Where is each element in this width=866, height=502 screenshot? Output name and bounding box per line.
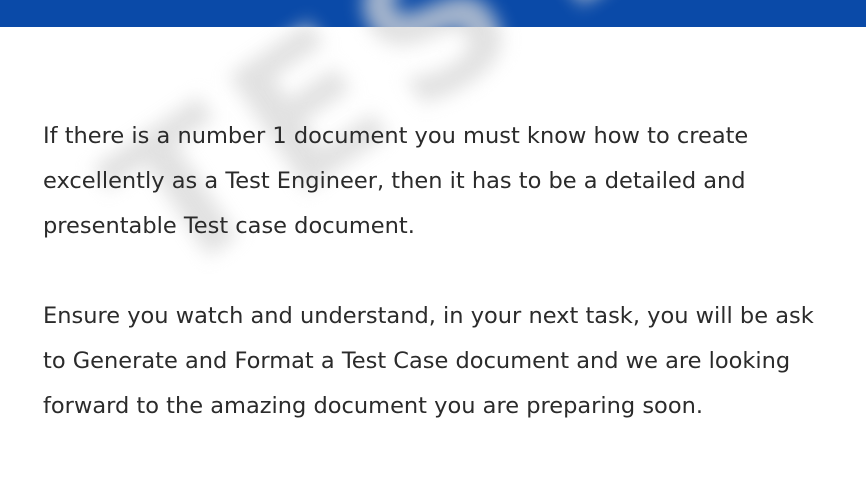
instruction-line-2: to Generate and Format a Test Case docum…: [43, 348, 791, 374]
instruction-line-1: Ensure you watch and understand, in your…: [43, 303, 814, 329]
instruction-line-3: forward to the amazing document you are …: [43, 393, 704, 419]
main-content: If there is a number 1 document you must…: [43, 114, 866, 429]
header-bar: [0, 0, 866, 27]
intro-line-3: presentable Test case document.: [43, 213, 415, 239]
intro-paragraph: If there is a number 1 document you must…: [43, 114, 866, 249]
intro-line-1: If there is a number 1 document you must…: [43, 123, 749, 149]
page: TESTIFY If there is a number 1 document …: [0, 0, 866, 502]
instruction-paragraph: Ensure you watch and understand, in your…: [43, 294, 866, 429]
intro-line-2: excellently as a Test Engineer, then it …: [43, 168, 746, 194]
